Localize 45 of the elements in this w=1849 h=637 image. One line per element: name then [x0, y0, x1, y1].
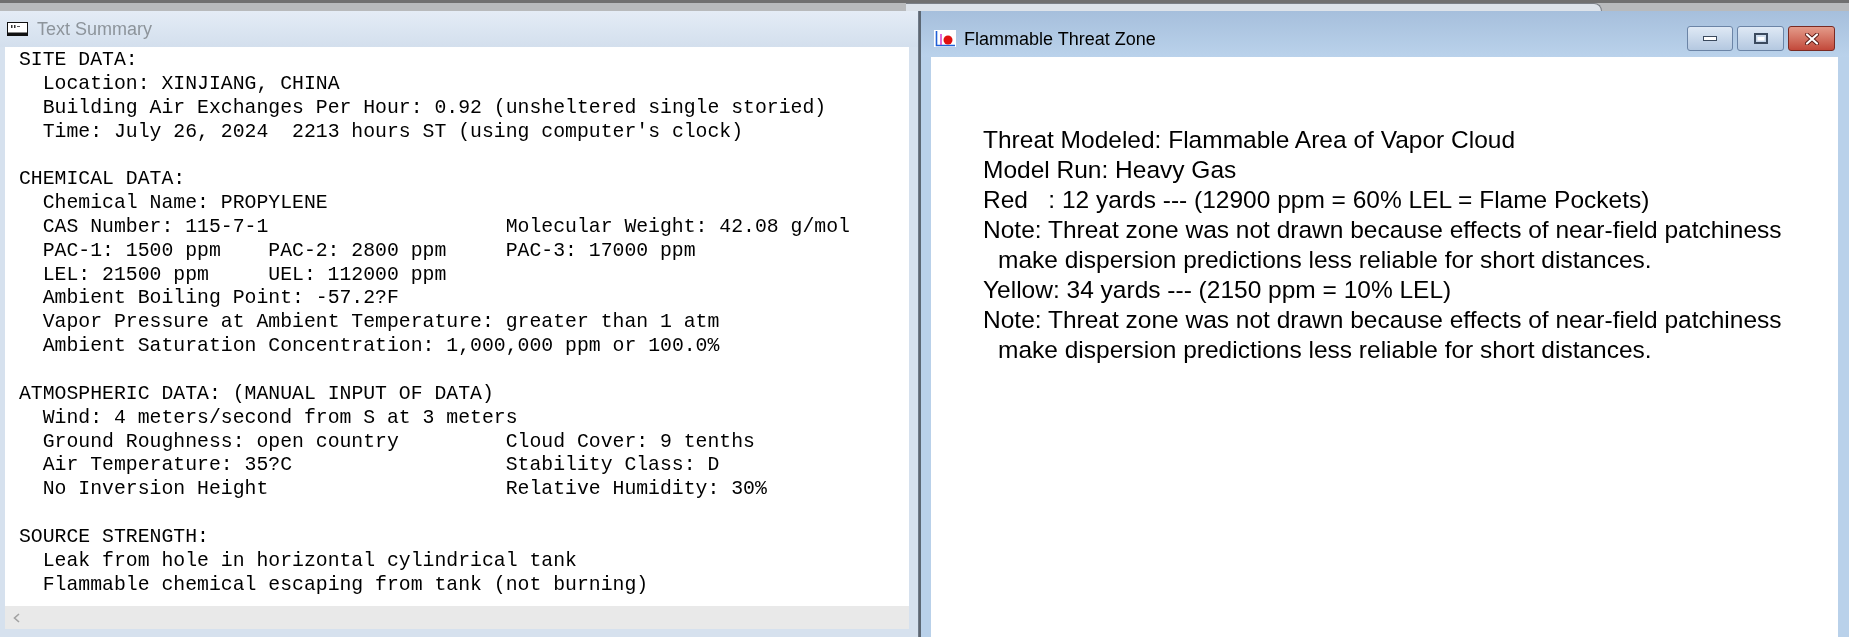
maximize-button[interactable] — [1737, 26, 1784, 51]
summary-text: No Inversion Height — [42, 478, 269, 503]
summary-text: Time: July 26, 2024 2213 hours ST (using computer's clock) — [42, 120, 744, 145]
section-heading: SITE DATA: — [19, 49, 138, 73]
summary-text: CAS Number: 115-7-1 — [42, 215, 269, 240]
summary-text: Location: XINJIANG, CHINA — [42, 72, 340, 97]
note-text: Note: Threat zone was not drawn because effects of near-field patchiness make dispersion predictions less reliable for short distances. — [983, 305, 1783, 365]
summary-text: LEL: 21500 ppm — [42, 263, 209, 288]
summary-text: Leak from hole in horizontal cylindrical tank — [42, 549, 577, 574]
summary-text: PAC-1: 1500 ppm — [42, 239, 221, 264]
summary-text: Ground Roughness: open country — [42, 430, 399, 455]
section-heading: CHEMICAL DATA: — [19, 168, 186, 193]
horizontal-scrollbar[interactable] — [5, 606, 909, 629]
window-title: Flammable Threat Zone — [964, 29, 1156, 48]
note-text: Note: Threat zone was not drawn because effects of near-field patchiness make dispersion predictions less reliable for short distances. — [983, 215, 1783, 275]
summary-text: Ambient Saturation Concentration: 1,000,000 ppm or 100.0% — [42, 335, 720, 359]
summary-text: Vapor Pressure at Ambient Temperature: greater than 1 atm — [42, 311, 720, 336]
summary-text: Relative Humidity: 30% — [505, 478, 767, 503]
minimize-button[interactable] — [1687, 26, 1733, 51]
summary-text: PAC-3: 17000 ppm — [505, 239, 696, 264]
window-icon — [7, 22, 28, 36]
summary-text: Molecular Weight: 42.08 g/mol — [505, 215, 850, 240]
close-button[interactable] — [1788, 26, 1835, 51]
section-heading: SOURCE STRENGTH: — [19, 525, 209, 550]
summary-text: Stability Class: D — [505, 454, 720, 479]
threat-text: Red : 12 yards --- (12900 ppm = 60% LEL = Flame Pockets) — [983, 185, 1650, 215]
maximize-icon — [1753, 33, 1768, 44]
summary-text: Air Temperature: 35?C — [42, 454, 293, 479]
close-icon — [1804, 32, 1819, 45]
threat-text: Model Run: Heavy Gas — [983, 155, 1237, 185]
summary-text: Cloud Cover: 9 tenths — [505, 430, 755, 455]
summary-text: Ambient Boiling Point: -57.2?F — [42, 287, 399, 312]
summary-text: UEL: 112000 ppm — [268, 263, 447, 288]
threat-text: Yellow: 34 yards --- (2150 ppm = 10% LEL) — [983, 275, 1452, 305]
summary-text: Building Air Exchanges Per Hour: 0.92 (unsheltered single storied) — [42, 96, 827, 121]
summary-text: Wind: 4 meters/second from S at 3 meters — [42, 406, 518, 431]
summary-text: PAC-2: 2800 ppm — [268, 239, 447, 264]
threat-text: Threat Modeled: Flammable Area of Vapor Cloud — [983, 125, 1515, 155]
plot-icon — [934, 30, 956, 47]
window-title: Text Summary — [37, 20, 153, 38]
summary-text: Flammable chemical escaping from tank (not burning) — [42, 573, 649, 598]
summary-text: Chemical Name: PROPYLENE — [42, 192, 328, 216]
chevron-left-icon — [12, 612, 20, 623]
section-heading: ATMOSPHERIC DATA: (MANUAL INPUT OF DATA) — [19, 382, 494, 407]
minimize-icon — [1703, 36, 1717, 41]
